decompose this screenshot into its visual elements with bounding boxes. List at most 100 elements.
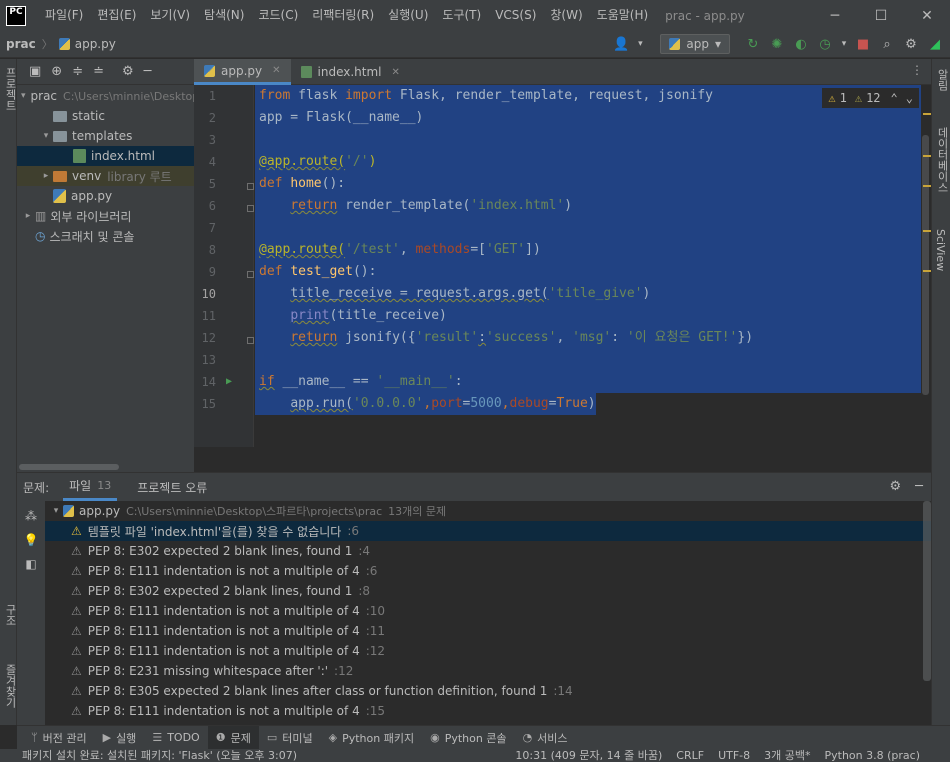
vertical-scrollbar[interactable] — [922, 135, 929, 395]
problem-file-row[interactable]: ▾ app.py C:\Users\minnie\Desktop\스파르타\pr… — [45, 501, 931, 521]
fold-icon[interactable] — [247, 337, 254, 344]
status-message[interactable]: 패키지 설치 완료: 설치된 패키지: 'Flask' (오늘 오후 3:07) — [22, 749, 297, 762]
chevron-down-icon[interactable]: ▾ — [39, 131, 53, 141]
tool-tab-python-packages[interactable]: ◈ Python 패키지 — [321, 726, 422, 750]
debug-icon[interactable]: ✺ — [768, 35, 786, 53]
file-encoding[interactable]: UTF-8 — [718, 749, 750, 762]
menu-navigate[interactable]: 탐색(N) — [197, 0, 251, 31]
problem-row[interactable]: ⚠ PEP 8: E111 indentation is not a multi… — [45, 601, 931, 621]
inspection-widget[interactable]: ⚠ 1 ⚠ 12 ⌃ ⌄ — [822, 88, 919, 108]
notifications-tool-tab[interactable]: 알림 — [934, 69, 950, 91]
expand-all-icon[interactable]: ≑ — [72, 64, 83, 79]
menu-view[interactable]: 보기(V) — [143, 0, 197, 31]
code-editor[interactable]: 1 2 3 4 5 6 7 8 9 10 11 12 13 14 15 ▶ fr… — [194, 85, 931, 447]
sciview-tool-tab[interactable]: SciView — [934, 229, 947, 271]
error-stripe-marker[interactable] — [923, 155, 931, 157]
project-view-icon[interactable]: ▣ — [29, 64, 41, 79]
tool-tab-services[interactable]: ◔ 서비스 — [515, 726, 576, 750]
fold-icon[interactable] — [247, 205, 254, 212]
tab-project-errors[interactable]: 프로젝트 오류 — [131, 473, 213, 501]
menu-run[interactable]: 실행(U) — [381, 0, 435, 31]
maximize-button[interactable]: ☐ — [858, 0, 904, 31]
problem-row[interactable]: ⚠ PEP 8: E305 expected 2 blank lines aft… — [45, 681, 931, 701]
problem-row[interactable]: ⚠ PEP 8: E231 missing whitespace after '… — [45, 661, 931, 681]
chevron-down-icon[interactable]: ▾ — [49, 506, 63, 516]
structure-tool-tab[interactable]: 구조 — [2, 604, 18, 626]
error-stripe-marker[interactable] — [923, 185, 931, 187]
favorites-tool-tab[interactable]: 즐겨찾기 — [2, 664, 18, 708]
menu-help[interactable]: 도움말(H) — [590, 0, 656, 31]
fold-icon[interactable] — [247, 271, 254, 278]
menu-vcs[interactable]: VCS(S) — [488, 0, 543, 31]
tree-item-templates[interactable]: ▾ templates — [17, 126, 194, 146]
tool-tab-todo[interactable]: ☰ TODO — [144, 726, 207, 750]
coverage-icon[interactable]: ◐ — [792, 35, 810, 53]
vertical-scrollbar[interactable] — [923, 501, 931, 681]
lightbulb-icon[interactable]: 💡 — [24, 533, 39, 547]
tab-file-problems[interactable]: 파일 13 — [63, 473, 118, 501]
code-area[interactable]: from flask import Flask, render_template… — [255, 85, 921, 447]
menu-refactor[interactable]: 리팩터링(R) — [305, 0, 381, 31]
group-by-icon[interactable]: ⁂ — [25, 509, 37, 523]
close-icon[interactable]: ✕ — [272, 65, 280, 76]
tree-item-index-html[interactable]: index.html — [17, 146, 194, 166]
user-icon[interactable]: 👤 — [612, 35, 630, 53]
fold-icon[interactable] — [247, 183, 254, 190]
tree-item-prac[interactable]: ▾ prac C:\Users\minnie\Desktop\스파르타\proj… — [17, 86, 319, 106]
line-separator[interactable]: CRLF — [676, 749, 704, 762]
breadcrumb-file[interactable]: app.py — [75, 37, 116, 51]
chevron-right-icon[interactable]: ▸ — [39, 171, 53, 181]
error-stripe-marker[interactable] — [923, 230, 931, 232]
problem-row[interactable]: ⚠ PEP 8: E302 expected 2 blank lines, fo… — [45, 541, 931, 561]
problem-row[interactable]: ⚠ PEP 8: E302 expected 2 blank lines, fo… — [45, 581, 931, 601]
indent-setting[interactable]: 3개 공백* — [764, 749, 810, 762]
problem-row[interactable]: ⚠ 템플릿 파일 'index.html'을(를) 찾을 수 없습니다 :6 — [45, 521, 931, 541]
tool-tab-python-console[interactable]: ◉ Python 콘솔 — [422, 726, 514, 750]
tree-item-external-libraries[interactable]: ▸ ▥ 외부 라이브러리 — [17, 206, 194, 226]
menu-edit[interactable]: 편집(E) — [90, 0, 143, 31]
tool-tab-problems[interactable]: ❶ 문제 — [207, 725, 259, 750]
tree-item-app-py[interactable]: app.py — [17, 186, 194, 206]
caret-position[interactable]: 10:31 (409 문자, 14 줄 바꿈) — [515, 749, 662, 762]
database-tool-tab[interactable]: 데이터베이스 — [934, 127, 950, 193]
gear-icon[interactable]: ⚙ — [890, 479, 902, 494]
tool-tab-version-control[interactable]: ᛘ 버전 관리 — [23, 726, 95, 750]
gear-icon[interactable]: ⚙ — [902, 35, 920, 53]
problem-row[interactable]: ⚠ PEP 8: E111 indentation is not a multi… — [45, 641, 931, 661]
breadcrumb-project[interactable]: prac — [6, 37, 36, 51]
tab-index-html[interactable]: index.html ✕ — [291, 59, 410, 85]
hide-icon[interactable]: ─ — [915, 479, 923, 494]
menu-window[interactable]: 창(W) — [543, 0, 589, 31]
plugin-logo-icon[interactable]: ◢ — [926, 35, 944, 53]
problem-row[interactable]: ⚠ PEP 8: E111 indentation is not a multi… — [45, 561, 931, 581]
menu-tools[interactable]: 도구(T) — [435, 0, 488, 31]
tool-tab-run[interactable]: ▶ 실행 — [95, 726, 145, 750]
tree-item-static[interactable]: static — [17, 106, 194, 126]
chevron-right-icon[interactable]: ▸ — [21, 211, 35, 221]
gear-icon[interactable]: ⚙ — [122, 64, 134, 79]
stop-icon[interactable]: ■ — [854, 35, 872, 53]
error-stripe-marker[interactable] — [923, 113, 931, 115]
profile-icon[interactable]: ◷ — [816, 35, 834, 53]
run-gutter-icon[interactable]: ▶ — [226, 376, 232, 387]
minimize-button[interactable]: ─ — [812, 0, 858, 31]
tree-item-scratches[interactable]: ◷ 스크래치 및 콘솔 — [17, 226, 194, 246]
more-vertical-icon[interactable]: ⋮ — [911, 63, 923, 77]
tree-item-venv[interactable]: ▸ venv library 루트 — [17, 166, 194, 186]
hide-icon[interactable]: ─ — [144, 64, 152, 79]
problem-row[interactable]: ⚠ PEP 8: E111 indentation is not a multi… — [45, 701, 931, 721]
locate-icon[interactable]: ⊕ — [51, 64, 62, 79]
interpreter[interactable]: Python 3.8 (prac) — [825, 749, 921, 762]
rerun-icon[interactable]: ↻ — [744, 35, 762, 53]
error-stripe-marker[interactable] — [923, 270, 931, 272]
close-window-button[interactable]: ✕ — [904, 0, 950, 31]
preview-icon[interactable]: ◧ — [25, 557, 36, 571]
problem-row[interactable]: ⚠ PEP 8: E111 indentation is not a multi… — [45, 621, 931, 641]
run-config-selector[interactable]: app ▾ — [660, 34, 730, 54]
next-problem-icon[interactable]: ⌄ — [906, 91, 913, 105]
collapse-all-icon[interactable]: ≐ — [93, 64, 104, 79]
horizontal-scrollbar[interactable] — [19, 464, 119, 470]
chevron-down-icon[interactable]: ▾ — [21, 91, 26, 101]
menu-code[interactable]: 코드(C) — [251, 0, 305, 31]
tool-tab-terminal[interactable]: ▭ 터미널 — [259, 726, 321, 750]
